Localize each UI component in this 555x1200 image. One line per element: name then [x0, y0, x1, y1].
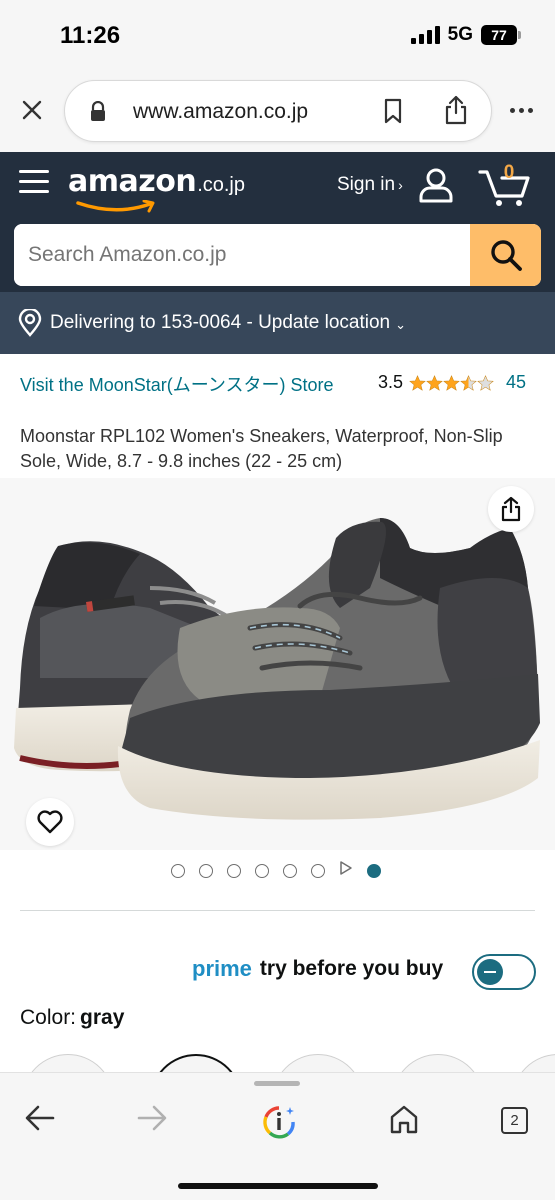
back-button[interactable]: [24, 1103, 56, 1138]
carousel-dot[interactable]: [311, 863, 325, 878]
star-icon: [477, 374, 494, 391]
delivery-bar[interactable]: Delivering to 153-0064 - Update location…: [0, 292, 555, 354]
share-icon: [501, 496, 521, 522]
carousel-dot[interactable]: [283, 863, 297, 878]
forward-button[interactable]: [136, 1103, 168, 1138]
arrow-right-icon: [137, 1105, 167, 1131]
image-share-button[interactable]: [488, 486, 534, 532]
product-image: [14, 518, 540, 820]
page: 11:26 5G 77 www.amazon.co.jp amazon.co.j…: [0, 0, 555, 1200]
sign-in-label: Sign in: [337, 174, 396, 195]
share-icon[interactable]: [443, 94, 469, 131]
google-assistant-button[interactable]: [262, 1105, 296, 1144]
url-text: www.amazon.co.jp: [133, 100, 309, 123]
close-icon[interactable]: [18, 96, 46, 124]
status-indicators: 5G 77: [410, 24, 521, 46]
amazon-logo[interactable]: amazon.co.jp: [68, 164, 245, 213]
carousel-video-indicator[interactable]: [339, 860, 353, 881]
star-icon: [460, 374, 477, 391]
rating[interactable]: 3.5 45: [378, 372, 526, 393]
wishlist-button[interactable]: [26, 798, 74, 846]
color-label: Color:: [20, 1006, 77, 1029]
tabs-button[interactable]: 2: [501, 1107, 528, 1134]
google-lens-icon: [263, 1106, 295, 1139]
home-icon: [390, 1105, 418, 1134]
carousel-dot[interactable]: [199, 863, 213, 878]
browser-toolbar: 2: [0, 1072, 555, 1200]
url-bar[interactable]: www.amazon.co.jp: [64, 80, 492, 142]
prime-try-before-you-buy: prime try before you buy: [192, 956, 443, 982]
prime-logo: prime: [192, 956, 252, 981]
home-indicator: [178, 1183, 378, 1189]
star-icon: [426, 374, 443, 391]
battery-icon: 77: [481, 25, 521, 45]
color-value: gray: [80, 1006, 125, 1029]
status-bar: 11:26 5G 77: [0, 0, 555, 72]
bookmark-icon[interactable]: [381, 97, 405, 130]
arrow-left-icon: [25, 1105, 55, 1131]
sheet-grabber[interactable]: [254, 1081, 300, 1086]
logo-text: amazon: [68, 164, 197, 199]
sign-in-link[interactable]: Sign in ›: [337, 174, 403, 196]
play-icon: [340, 861, 352, 875]
location-pin-icon: [18, 309, 42, 337]
carousel-dots: [171, 860, 381, 881]
rating-value: 3.5: [378, 372, 404, 392]
network-label: 5G: [447, 24, 473, 45]
star-icon: [443, 374, 460, 391]
carousel-dot-active[interactable]: [367, 863, 381, 878]
heart-icon: [37, 810, 63, 834]
status-time: 11:26: [60, 22, 121, 49]
account-icon[interactable]: [418, 166, 454, 209]
home-button[interactable]: [388, 1103, 420, 1140]
store-link[interactable]: Visit the MoonStar(ムーンスター) Store: [20, 372, 340, 398]
smile-icon: [76, 200, 155, 213]
cart-count: 0: [503, 162, 515, 183]
toggle-knob: [477, 959, 503, 985]
carousel-dot[interactable]: [171, 863, 185, 878]
search-button[interactable]: [470, 224, 541, 286]
lock-icon: [89, 100, 107, 128]
product-title: Moonstar RPL102 Women's Sneakers, Waterp…: [20, 426, 503, 471]
color-selector-label: Color: gray: [20, 1006, 124, 1030]
prime-tagline: try before you buy: [259, 957, 444, 980]
search-icon: [490, 240, 522, 271]
search-input[interactable]: [14, 224, 470, 286]
divider: [20, 910, 535, 911]
signal-icon: [410, 26, 440, 44]
rating-stars: [409, 374, 494, 392]
menu-icon[interactable]: [19, 170, 49, 200]
amazon-header: amazon.co.jp Sign in › 0: [0, 152, 555, 292]
cart-button[interactable]: 0: [478, 162, 532, 208]
product-image-carousel[interactable]: [0, 478, 555, 850]
chevron-down-icon: ⌄: [395, 316, 407, 332]
more-icon[interactable]: [510, 108, 533, 113]
delivery-text: Delivering to 153-0064 - Update location: [50, 312, 391, 333]
browser-bar: www.amazon.co.jp: [0, 72, 555, 152]
prime-toggle[interactable]: [472, 954, 536, 990]
carousel-dot[interactable]: [227, 863, 241, 878]
carousel-dot[interactable]: [255, 863, 269, 878]
star-icon: [409, 374, 426, 391]
search-box: [14, 224, 541, 286]
sign-in-chevron: ›: [398, 177, 403, 193]
logo-domain: .co.jp: [197, 174, 245, 196]
rating-count: 45: [506, 372, 527, 392]
